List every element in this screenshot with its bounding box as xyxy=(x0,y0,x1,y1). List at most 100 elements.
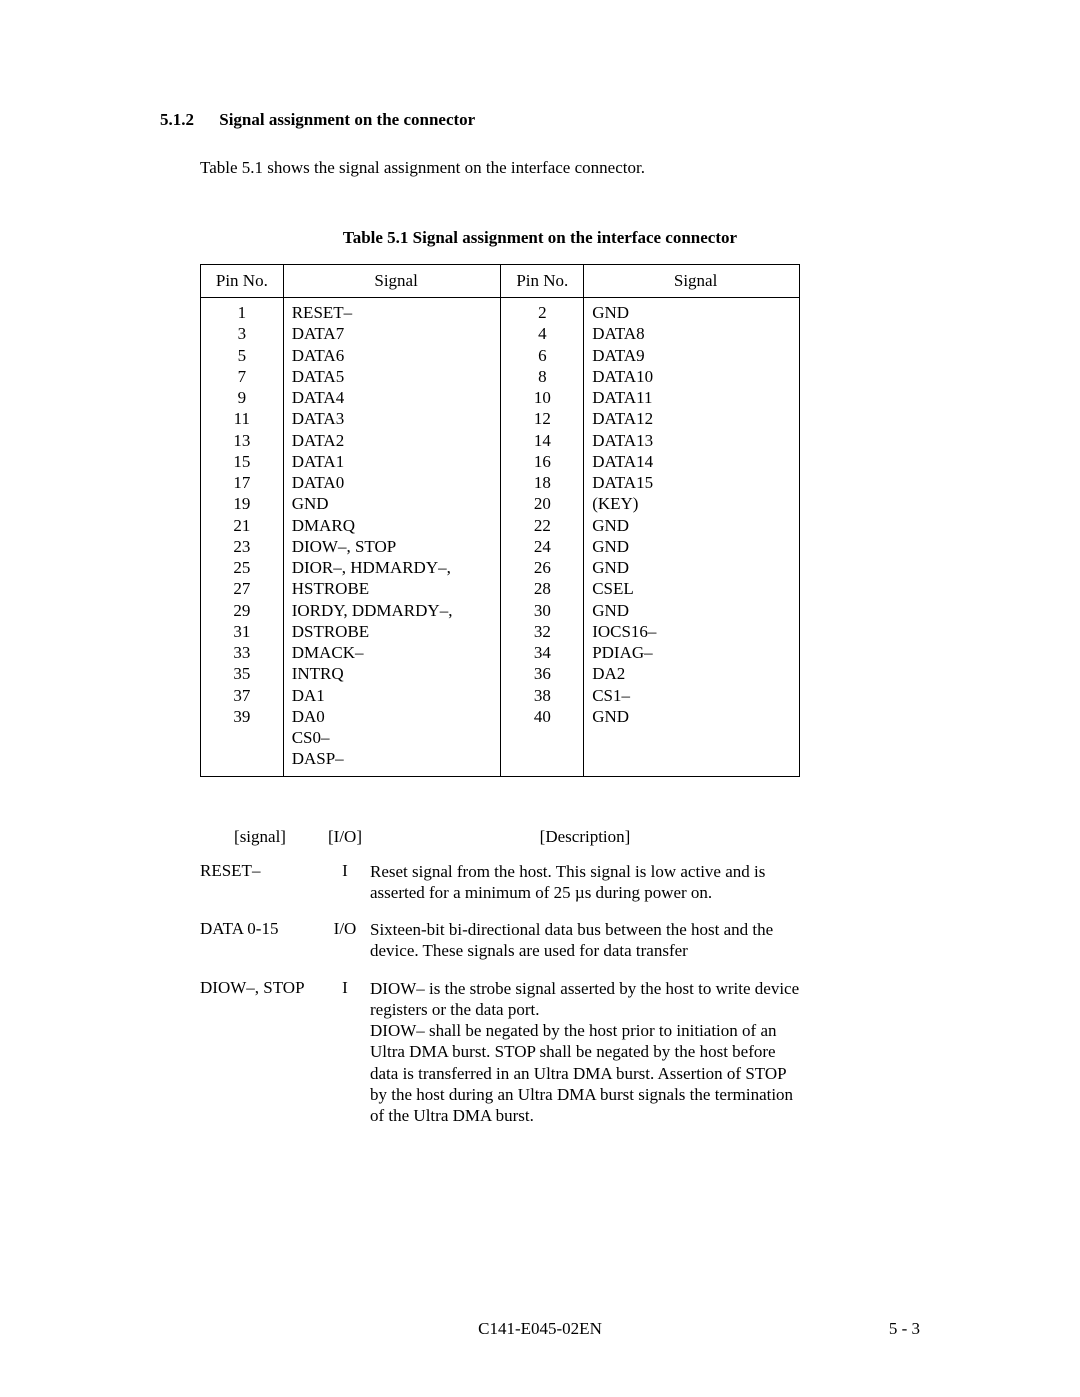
desc-header-signal: [signal] xyxy=(200,827,320,847)
table-col-sig2: GNDDATA8DATA9DATA10DATA11DATA12DATA13DAT… xyxy=(584,298,800,777)
table-cell-pin: 18 xyxy=(501,472,583,493)
table-cell-pin: 21 xyxy=(201,515,283,536)
table-cell-signal: DA0 xyxy=(292,706,501,727)
table-cell-pin: 24 xyxy=(501,536,583,557)
table-cell-pin: 4 xyxy=(501,323,583,344)
table-cell-pin: 14 xyxy=(501,430,583,451)
table-cell-signal: CSEL xyxy=(592,578,799,599)
table-cell-signal: GND xyxy=(292,493,501,514)
desc-signal: RESET– xyxy=(200,861,320,904)
table-cell-pin: 19 xyxy=(201,493,283,514)
desc-text: Sixteen-bit bi-directional data bus betw… xyxy=(370,919,800,962)
table-cell-pin: 13 xyxy=(201,430,283,451)
table-cell-signal: DATA2 xyxy=(292,430,501,451)
intro-paragraph: Table 5.1 shows the signal assignment on… xyxy=(200,158,920,178)
table-cell-signal: IORDY, DDMARDY–, xyxy=(292,600,501,621)
desc-row: DATA 0-15I/OSixteen-bit bi-directional d… xyxy=(200,919,800,962)
table-cell-pin: 33 xyxy=(201,642,283,663)
table-cell-signal: DATA6 xyxy=(292,345,501,366)
table-cell-pin: 1 xyxy=(201,302,283,323)
table-col-pin1: 13579111315171921232527293133353739 xyxy=(201,298,284,777)
table-cell-signal: DATA3 xyxy=(292,408,501,429)
table-cell-pin: 37 xyxy=(201,685,283,706)
desc-text: Reset signal from the host. This signal … xyxy=(370,861,800,904)
table-cell-pin: 29 xyxy=(201,600,283,621)
table-cell-pin: 23 xyxy=(201,536,283,557)
table-cell-signal: DATA12 xyxy=(592,408,799,429)
table-cell-signal: INTRQ xyxy=(292,663,501,684)
table-cell-signal: CS0– xyxy=(292,727,501,748)
table-cell-pin: 20 xyxy=(501,493,583,514)
table-cell-pin: 30 xyxy=(501,600,583,621)
desc-io: I xyxy=(320,978,370,1127)
page-footer: C141-E045-02EN 5 - 3 xyxy=(160,1319,920,1339)
table-cell-signal: DIOR–, HDMARDY–, HSTROBE xyxy=(292,557,501,600)
section-number: 5.1.2 xyxy=(160,110,215,130)
table-cell-signal: DATA15 xyxy=(592,472,799,493)
table-cell-signal: CS1– xyxy=(592,685,799,706)
section-title: Signal assignment on the connector xyxy=(219,110,475,129)
table-cell-pin: 12 xyxy=(501,408,583,429)
table-cell-pin: 27 xyxy=(201,578,283,599)
table-cell-pin: 35 xyxy=(201,663,283,684)
table-header-sig1: Signal xyxy=(283,265,501,298)
table-cell-pin: 25 xyxy=(201,557,283,578)
desc-text: DIOW– is the strobe signal asserted by t… xyxy=(370,978,800,1127)
table-cell-pin: 16 xyxy=(501,451,583,472)
desc-header-io: [I/O] xyxy=(320,827,370,847)
table-cell-signal: GND xyxy=(592,600,799,621)
table-cell-pin: 26 xyxy=(501,557,583,578)
table-cell-signal: DATA0 xyxy=(292,472,501,493)
table-cell-signal: DMACK– xyxy=(292,642,501,663)
table-cell-pin: 11 xyxy=(201,408,283,429)
table-cell-pin: 40 xyxy=(501,706,583,727)
table-header-pin2: Pin No. xyxy=(501,265,584,298)
section-heading: 5.1.2 Signal assignment on the connector xyxy=(160,110,920,130)
desc-signal: DIOW–, STOP xyxy=(200,978,320,1127)
table-cell-signal: DATA1 xyxy=(292,451,501,472)
table-cell-pin: 17 xyxy=(201,472,283,493)
table-cell-pin: 39 xyxy=(201,706,283,727)
table-cell-signal: DATA11 xyxy=(592,387,799,408)
table-caption: Table 5.1 Signal assignment on the inter… xyxy=(160,228,920,248)
table-cell-pin: 34 xyxy=(501,642,583,663)
table-cell-signal: GND xyxy=(592,515,799,536)
table-cell-pin: 3 xyxy=(201,323,283,344)
table-cell-signal: DATA13 xyxy=(592,430,799,451)
table-col-pin2: 246810121416182022242628303234363840 xyxy=(501,298,584,777)
table-cell-pin xyxy=(201,727,283,748)
table-cell-signal: DATA4 xyxy=(292,387,501,408)
pin-table: Pin No. Signal Pin No. Signal 1357911131… xyxy=(200,264,800,777)
table-cell-pin: 22 xyxy=(501,515,583,536)
table-header-pin1: Pin No. xyxy=(201,265,284,298)
desc-io: I xyxy=(320,861,370,904)
table-cell-signal: PDIAG– xyxy=(592,642,799,663)
table-cell-signal: RESET– xyxy=(292,302,501,323)
desc-row: DIOW–, STOPIDIOW– is the strobe signal a… xyxy=(200,978,800,1127)
table-cell-pin: 31 xyxy=(201,621,283,642)
table-cell-signal: (KEY) xyxy=(592,493,799,514)
table-cell-pin: 7 xyxy=(201,366,283,387)
table-cell-signal: GND xyxy=(592,302,799,323)
table-cell-pin: 9 xyxy=(201,387,283,408)
table-header-sig2: Signal xyxy=(584,265,800,298)
page: 5.1.2 Signal assignment on the connector… xyxy=(0,0,1080,1397)
table-cell-pin: 38 xyxy=(501,685,583,706)
table-cell-signal: DA2 xyxy=(592,663,799,684)
table-cell-pin: 8 xyxy=(501,366,583,387)
table-col-sig1: RESET–DATA7DATA6DATA5DATA4DATA3DATA2DATA… xyxy=(283,298,501,777)
table-cell-pin: 5 xyxy=(201,345,283,366)
table-cell-signal: GND xyxy=(592,706,799,727)
table-cell-pin: 36 xyxy=(501,663,583,684)
table-cell-signal xyxy=(592,727,799,748)
desc-row: RESET–IReset signal from the host. This … xyxy=(200,861,800,904)
table-cell-signal: DSTROBE xyxy=(292,621,501,642)
table-cell-signal: DASP– xyxy=(292,748,501,769)
desc-header-row: [signal] [I/O] [Description] xyxy=(200,827,800,847)
table-cell-pin: 6 xyxy=(501,345,583,366)
table-cell-signal: DA1 xyxy=(292,685,501,706)
desc-signal: DATA 0-15 xyxy=(200,919,320,962)
table-cell-signal: DATA9 xyxy=(592,345,799,366)
table-cell-signal: GND xyxy=(592,536,799,557)
table-cell-pin: 32 xyxy=(501,621,583,642)
